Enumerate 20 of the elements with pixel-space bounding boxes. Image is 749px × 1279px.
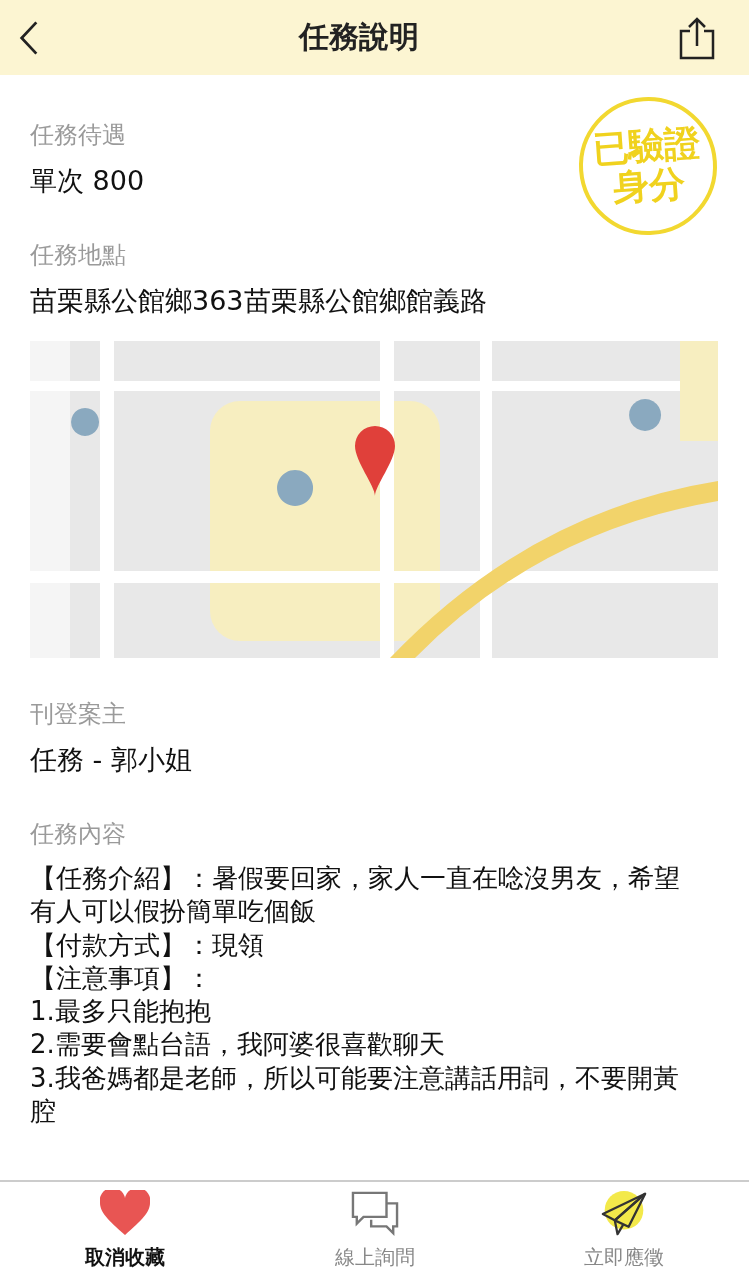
field-label: 任務內容: [30, 819, 126, 850]
field-label: 任務地點: [30, 240, 126, 271]
field-label: 任務待遇: [30, 120, 126, 151]
content-line: 【任務介紹】：暑假要回家，家人一直在唸沒男友，希望有人可以假扮簡單吃個飯: [30, 862, 681, 929]
content-line: 1.最多只能抱抱: [30, 995, 212, 1029]
content-line: 2.需要會點台語，我阿婆很喜歡聊天: [30, 1028, 446, 1062]
field-value: 苗栗縣公館鄉363苗栗縣公館鄉館義路: [30, 284, 487, 318]
share-icon[interactable]: [677, 15, 717, 60]
content-line: 【付款方式】：現領: [30, 928, 265, 962]
page-title: 任務說明: [298, 18, 419, 56]
field-value: 單次 800: [30, 164, 145, 198]
chat-icon: [349, 1190, 400, 1236]
action-button[interactable]: 取消收藏: [0, 1182, 250, 1279]
heart-icon: [99, 1190, 150, 1236]
content-line: 3.我爸媽都是老師，所以可能要注意講話用詞，不要開黃腔: [30, 1061, 680, 1128]
content-line: 【注意事項】：: [30, 961, 213, 995]
action-button[interactable]: 線上詢問: [249, 1182, 500, 1279]
field-label: 刊登案主: [30, 699, 126, 730]
action-button[interactable]: 立即應徵: [499, 1182, 749, 1279]
field-value: 任務 - 郭小姐: [30, 743, 192, 777]
